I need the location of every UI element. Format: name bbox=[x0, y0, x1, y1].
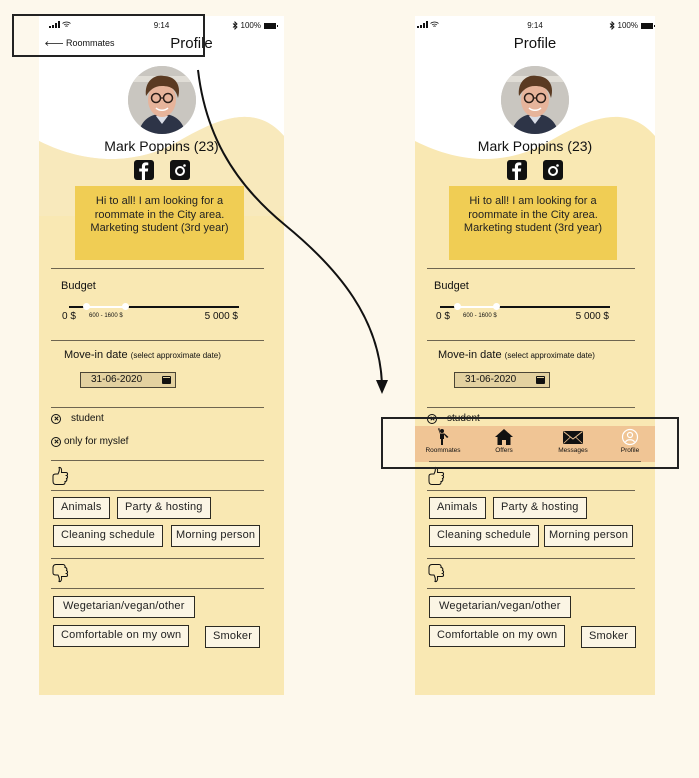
budget-min-label: 0 $ bbox=[62, 311, 76, 322]
like-tag[interactable]: Animals bbox=[53, 497, 110, 519]
budget-slider-min-handle[interactable] bbox=[453, 303, 461, 310]
highlight-box-top-nav bbox=[12, 14, 205, 57]
social-links bbox=[415, 160, 655, 180]
divider bbox=[51, 268, 264, 269]
budget-label: Budget bbox=[434, 280, 469, 292]
page-title: Profile bbox=[513, 35, 557, 52]
battery-icon bbox=[641, 22, 655, 29]
dislike-tag[interactable]: Smoker bbox=[581, 626, 637, 648]
calendar-icon[interactable] bbox=[536, 376, 545, 384]
avatar[interactable] bbox=[501, 66, 569, 134]
divider bbox=[427, 340, 635, 341]
budget-max-label: 5 000 $ bbox=[204, 311, 238, 322]
profile-name: Mark Poppins (23) bbox=[104, 138, 219, 154]
budget-slider[interactable] bbox=[440, 303, 610, 310]
profile-screen-after: 9:14 100% Profile Mark Poppins (23) Hi t… bbox=[415, 16, 655, 695]
thumbs-up-icon bbox=[428, 466, 445, 485]
bluetooth-icon bbox=[609, 21, 615, 30]
thumbs-down-icon bbox=[52, 564, 69, 583]
move-in-label: Move-in date (select approximate date) bbox=[64, 349, 221, 361]
remove-circle-icon[interactable] bbox=[51, 413, 61, 424]
divider bbox=[427, 490, 635, 491]
move-in-date-value: 31-06-2020 bbox=[91, 374, 143, 385]
bio-text: Hi to all! I am looking for a roommate i… bbox=[75, 186, 244, 260]
dislike-tag[interactable]: Comfortable on my own bbox=[53, 625, 190, 647]
divider bbox=[51, 558, 264, 559]
top-nav-bar: Profile bbox=[415, 34, 655, 54]
remove-circle-icon[interactable] bbox=[51, 436, 61, 447]
battery-percent: 100% bbox=[617, 21, 638, 30]
like-tag[interactable]: Morning person bbox=[171, 525, 261, 547]
budget-slider-range bbox=[457, 306, 497, 308]
budget-min-label: 0 $ bbox=[436, 311, 450, 322]
move-in-date-value: 31-06-2020 bbox=[465, 374, 517, 385]
divider bbox=[51, 407, 264, 408]
status-bar: 9:14 100% bbox=[415, 20, 655, 34]
divider bbox=[427, 268, 635, 269]
move-in-date-input[interactable]: 31-06-2020 bbox=[80, 372, 176, 388]
instagram-icon[interactable] bbox=[169, 160, 190, 180]
profile-name: Mark Poppins (23) bbox=[477, 138, 593, 154]
divider bbox=[427, 588, 635, 589]
budget-slider-max-handle[interactable] bbox=[492, 303, 500, 310]
facebook-icon[interactable] bbox=[133, 160, 154, 180]
divider bbox=[51, 340, 264, 341]
divider bbox=[51, 460, 264, 461]
facebook-icon[interactable] bbox=[507, 160, 527, 180]
like-tag[interactable]: Animals bbox=[429, 497, 486, 519]
move-in-title: Move-in date bbox=[438, 349, 502, 361]
divider bbox=[427, 558, 635, 559]
move-in-date-input[interactable]: 31-06-2020 bbox=[454, 372, 550, 388]
calendar-icon[interactable] bbox=[162, 376, 171, 384]
thumbs-up-icon bbox=[52, 466, 69, 485]
avatar-photo bbox=[127, 66, 196, 134]
budget-slider-range bbox=[86, 306, 126, 308]
dislike-tag[interactable]: Smoker bbox=[205, 626, 261, 648]
like-tag[interactable]: Cleaning schedule bbox=[53, 525, 163, 547]
divider bbox=[51, 490, 264, 491]
dislike-tag[interactable]: Wegetarian/vegan/other bbox=[429, 596, 571, 618]
move-in-title: Move-in date bbox=[64, 349, 128, 361]
move-in-label: Move-in date (select approximate date) bbox=[438, 349, 595, 361]
like-tag[interactable]: Party & hosting bbox=[493, 497, 587, 519]
move-in-hint: (select approximate date) bbox=[130, 351, 221, 360]
condition-item[interactable]: student bbox=[51, 413, 104, 424]
budget-slider-min-handle[interactable] bbox=[82, 303, 90, 310]
budget-range-label: 600 - 1600 $ bbox=[89, 313, 123, 319]
avatar[interactable] bbox=[127, 66, 196, 134]
thumbs-down-icon bbox=[428, 564, 445, 583]
condition-item[interactable]: only for myslef bbox=[51, 436, 128, 447]
divider bbox=[427, 407, 635, 408]
condition-label: student bbox=[71, 413, 104, 424]
move-in-hint: (select approximate date) bbox=[504, 351, 595, 360]
profile-screen-before: 9:14 100% Roommates Profile Mark Poppins… bbox=[39, 16, 284, 695]
like-tag[interactable]: Cleaning schedule bbox=[429, 525, 539, 547]
budget-slider[interactable] bbox=[69, 303, 239, 310]
battery-icon bbox=[264, 22, 278, 29]
arrow-head-icon bbox=[376, 380, 388, 394]
budget-max-label: 5 000 $ bbox=[575, 311, 609, 322]
condition-label: only for myslef bbox=[64, 436, 129, 447]
divider bbox=[51, 588, 264, 589]
instagram-icon[interactable] bbox=[543, 160, 563, 180]
social-links bbox=[39, 160, 284, 180]
dislike-tag[interactable]: Comfortable on my own bbox=[429, 625, 566, 647]
highlight-box-bottom-nav bbox=[381, 417, 679, 469]
battery-percent: 100% bbox=[240, 21, 261, 30]
bio-text: Hi to all! I am looking for a roommate i… bbox=[449, 186, 617, 260]
dislike-tag[interactable]: Wegetarian/vegan/other bbox=[53, 596, 195, 618]
like-tag[interactable]: Morning person bbox=[544, 525, 634, 547]
budget-label: Budget bbox=[61, 280, 96, 292]
like-tag[interactable]: Party & hosting bbox=[117, 497, 211, 519]
bluetooth-icon bbox=[232, 21, 238, 30]
budget-range-label: 600 - 1600 $ bbox=[463, 313, 497, 319]
avatar-photo bbox=[501, 66, 569, 134]
budget-slider-max-handle[interactable] bbox=[121, 303, 129, 310]
